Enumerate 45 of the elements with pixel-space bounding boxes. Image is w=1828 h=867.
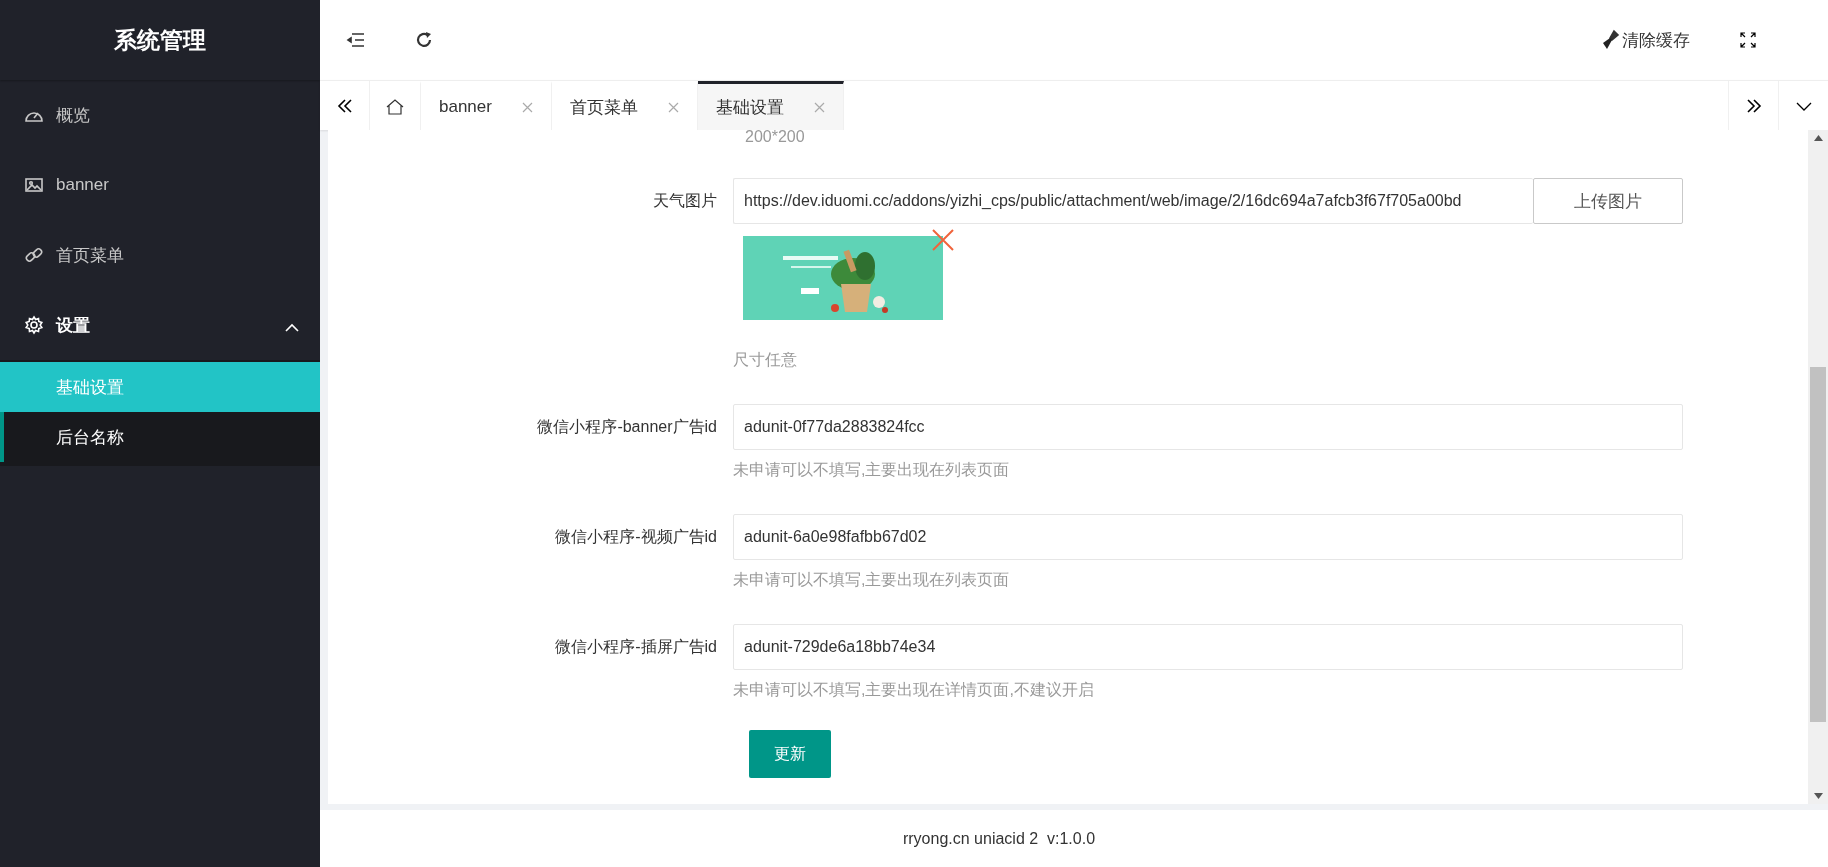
caret-up-icon (284, 322, 300, 332)
text-field[interactable]: adunit-0f77da2883824fcc (733, 404, 1683, 450)
tab[interactable]: 首页菜单 (551, 81, 698, 130)
scroll-up-icon[interactable] (1813, 135, 1823, 141)
sidebar-item[interactable]: 设置 (0, 290, 320, 360)
hint-text: 未申请可以不填写,主要出现在列表页面 (733, 460, 1011, 480)
settings-icon (24, 315, 44, 335)
clear-cache-button[interactable]: 清除缓存 (1600, 28, 1690, 52)
footer-text: rryong.cn uniacid 2 v:1.0.0 (320, 810, 1828, 867)
hint-text: 200*200 (745, 128, 806, 146)
hint-text: 尺寸任意 (733, 350, 798, 370)
scrollbar[interactable] (1808, 130, 1828, 804)
scroll-left-button[interactable] (320, 81, 370, 130)
close-icon[interactable] (521, 101, 533, 113)
update-button[interactable]: 更新 (749, 730, 831, 778)
delete-icon[interactable] (931, 228, 955, 252)
home-tab[interactable] (370, 81, 421, 130)
scroll-down-icon[interactable] (1813, 793, 1823, 799)
tab[interactable]: 基础设置 (697, 81, 844, 130)
url-field[interactable]: https://dev.iduomi.cc/addons/yizhi_cps/public/attachment/web/image/2/16dc694a7afcb3f67f705a00bd (733, 178, 1533, 224)
sidebar-item[interactable]: 概览 (0, 80, 320, 150)
sidebar-item[interactable]: banner (0, 150, 320, 220)
field-label: 微信小程序-插屏广告id (554, 637, 718, 657)
field-label: 微信小程序-banner广告id (536, 417, 718, 437)
sidebar-item[interactable]: 首页菜单 (0, 220, 320, 290)
image-icon (24, 175, 44, 195)
field-label: 微信小程序-视频广告id (554, 527, 718, 547)
brush-icon (1600, 29, 1622, 51)
app-title: 系统管理 (114, 25, 206, 55)
upload-button[interactable]: 上传图片 (1533, 178, 1683, 224)
text-field[interactable]: adunit-6a0e98fafbb67d02 (733, 514, 1683, 560)
fullscreen-icon[interactable] (1740, 32, 1756, 48)
close-icon[interactable] (667, 101, 679, 113)
tab[interactable]: banner (421, 81, 552, 130)
home-icon (385, 97, 405, 117)
hint-text: 未申请可以不填写,主要出现在列表页面 (733, 570, 1011, 590)
field-label: 天气图片 (652, 191, 718, 211)
hint-text: 未申请可以不填写,主要出现在详情页面,不建议开启 (733, 680, 1095, 700)
text-field[interactable]: adunit-729de6a18bb74e34 (733, 624, 1683, 670)
collapse-menu-icon[interactable] (346, 30, 366, 50)
close-icon[interactable] (813, 101, 825, 113)
scroll-right-button[interactable] (1728, 81, 1778, 130)
link-icon (24, 245, 44, 265)
scroll-thumb[interactable] (1810, 367, 1826, 722)
refresh-icon[interactable] (414, 30, 434, 50)
